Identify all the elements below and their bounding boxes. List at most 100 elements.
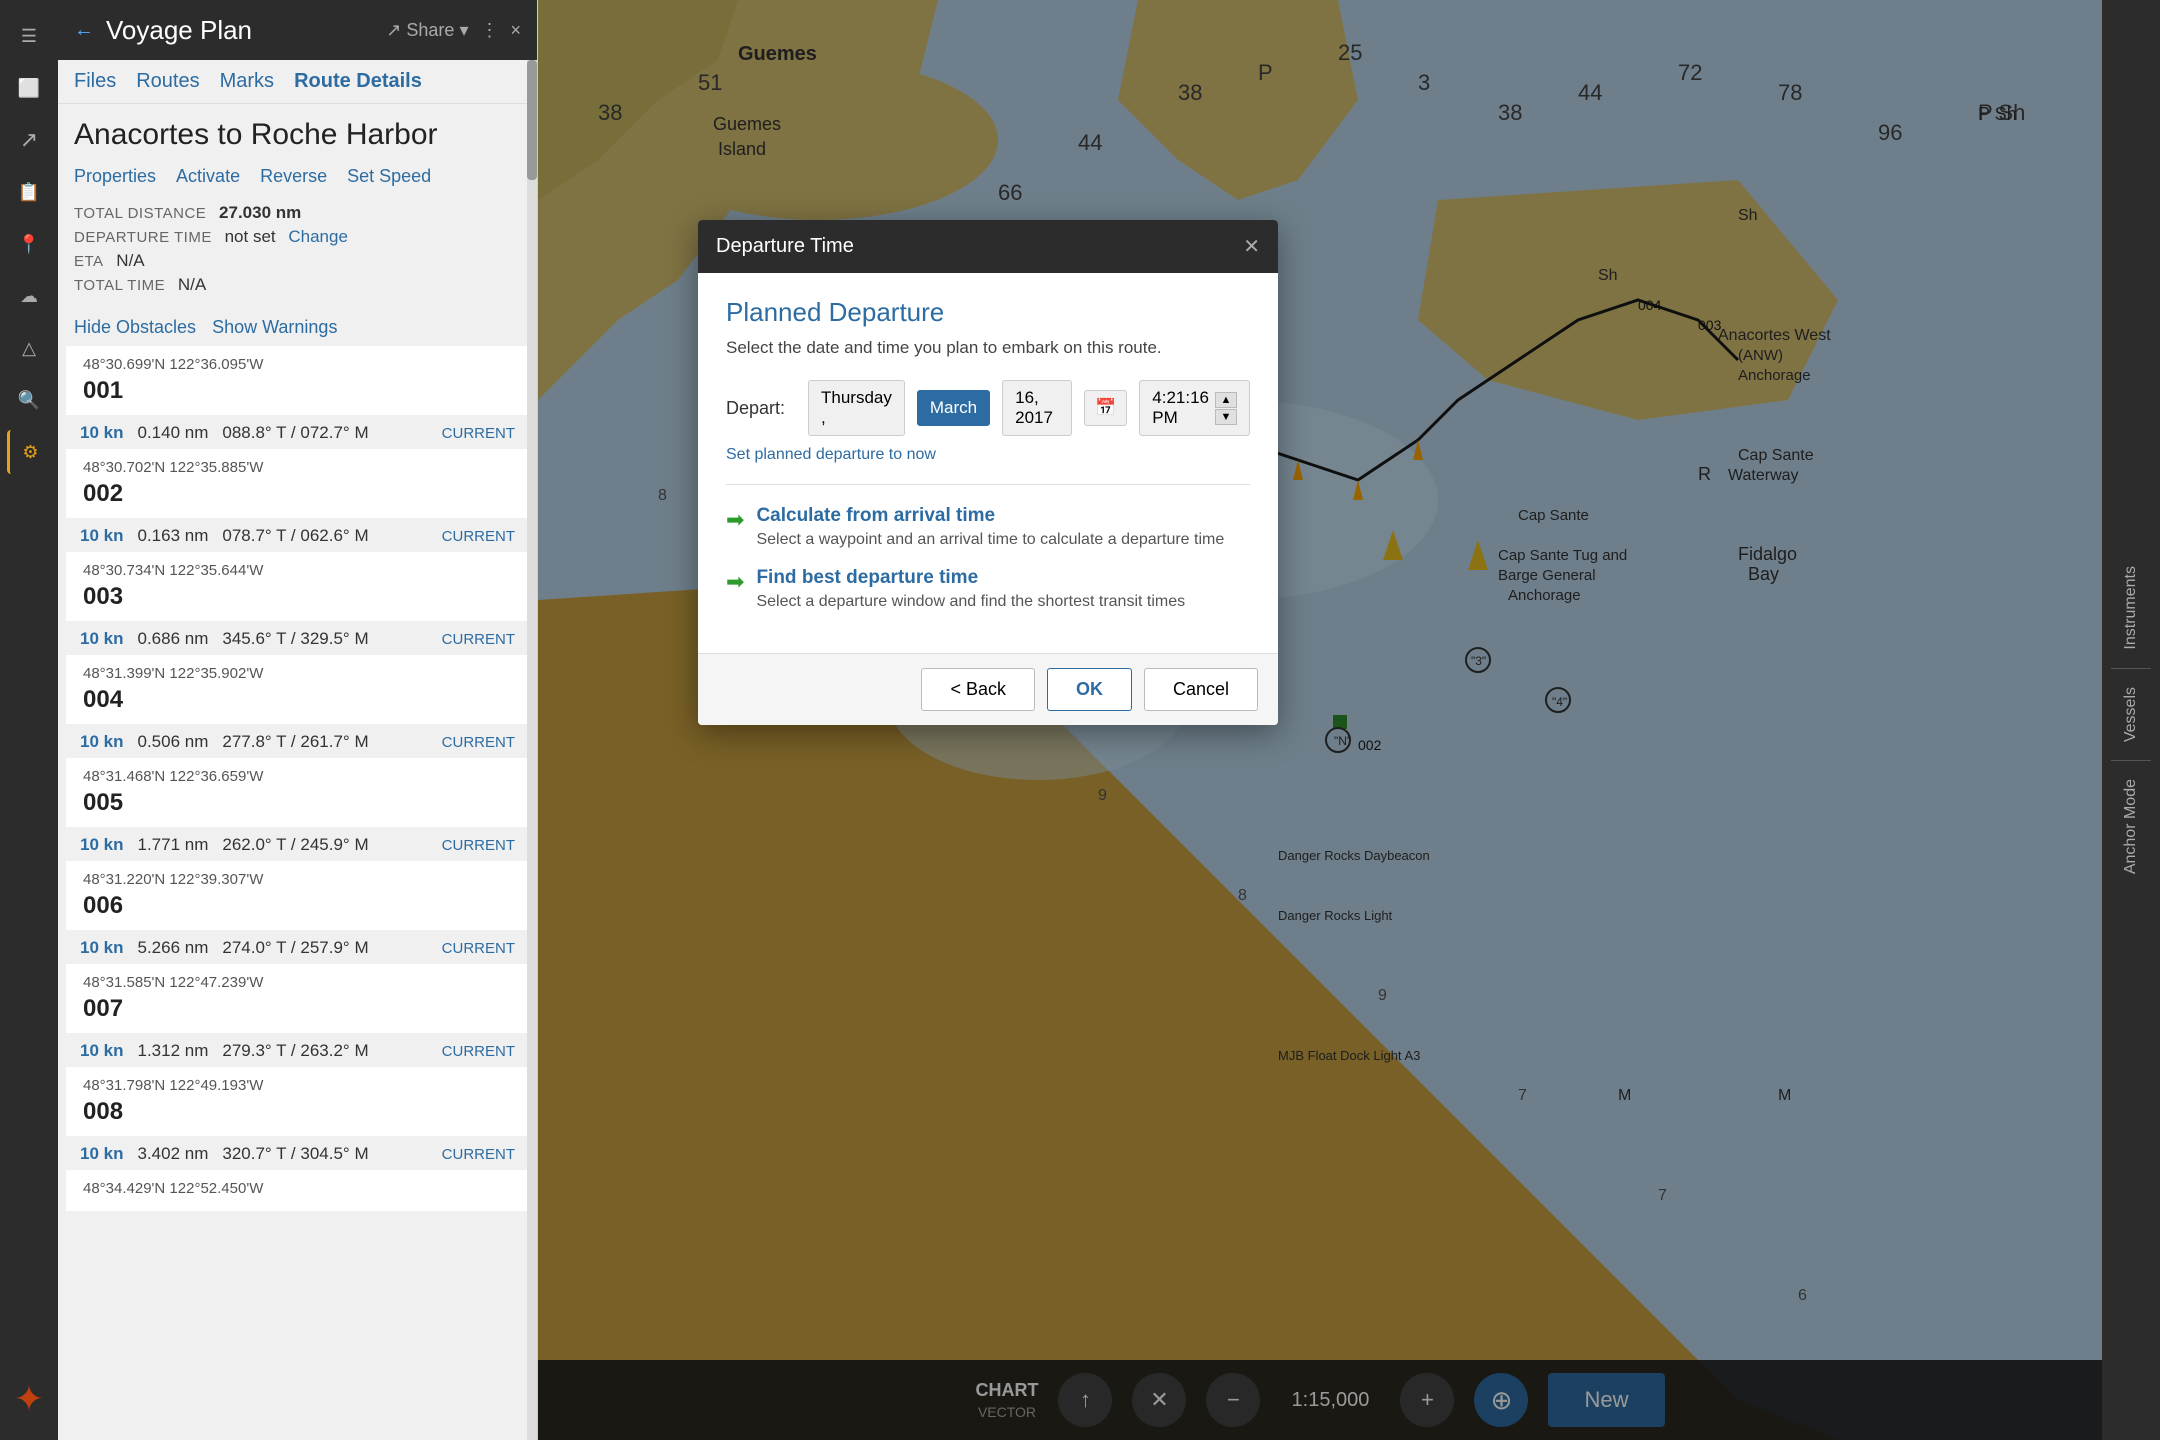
list-item[interactable]: 48°31.585'N 122°47.239'W 007 [66, 964, 529, 1033]
leg-speed: 10 kn [80, 1144, 123, 1164]
total-time-label: TOTAL TIME [74, 277, 165, 294]
dialog-divider [726, 484, 1250, 485]
current-badge[interactable]: CURRENT [442, 631, 515, 648]
marks-link[interactable]: Marks [220, 70, 274, 93]
calc-best-option[interactable]: ➡ Find best departure time Select a depa… [726, 567, 1250, 611]
dialog-footer: < Back OK Cancel [698, 653, 1278, 725]
departure-time-label: DEPARTURE TIME [74, 229, 212, 246]
instruments-label[interactable]: Instruments [2122, 556, 2140, 660]
dialog-heading: Planned Departure [726, 297, 1250, 328]
right-divider-1 [2111, 668, 2151, 669]
current-badge[interactable]: CURRENT [442, 940, 515, 957]
list-item[interactable]: 48°34.429'N 122°52.450'W [66, 1170, 529, 1211]
eta-value: N/A [116, 251, 144, 270]
month-field[interactable]: March [917, 390, 990, 426]
calc-best-content: Find best departure time Select a depart… [756, 567, 1185, 611]
cancel-button[interactable]: Cancel [1144, 668, 1258, 711]
calc-arrival-title: Calculate from arrival time [756, 505, 1224, 527]
waypoint-num: 001 [83, 377, 515, 405]
calc-arrival-arrow: ➡ [726, 507, 744, 533]
route-button[interactable]: ↗ [7, 118, 51, 162]
show-warnings-link[interactable]: Show Warnings [212, 317, 337, 338]
leg-bearing: 345.6° T / 329.5° M [222, 629, 368, 649]
calc-best-arrow: ➡ [726, 569, 744, 595]
more-button[interactable]: ⋮ [480, 20, 498, 41]
properties-link[interactable]: Properties [74, 166, 156, 187]
time-down-button[interactable]: ▼ [1215, 409, 1237, 425]
layers-button[interactable]: ⬜ [7, 66, 51, 110]
routes-link[interactable]: Routes [136, 70, 199, 93]
list-item[interactable]: 48°31.798'N 122°49.193'W 008 [66, 1067, 529, 1136]
current-badge[interactable]: CURRENT [442, 1146, 515, 1163]
menu-button[interactable]: ☰ [7, 14, 51, 58]
ok-button[interactable]: OK [1047, 668, 1132, 711]
calc-arrival-content: Calculate from arrival time Select a way… [756, 505, 1224, 549]
current-badge[interactable]: CURRENT [442, 837, 515, 854]
search-button[interactable]: 🔍 [7, 378, 51, 422]
list-item[interactable]: 48°30.699'N 122°36.095'W 001 [66, 346, 529, 415]
back-button[interactable]: ← [74, 19, 94, 42]
settings-button[interactable]: ⚙ [7, 430, 51, 474]
current-badge[interactable]: CURRENT [442, 528, 515, 545]
waypoint-coord: 48°31.220'N 122°39.307'W [83, 871, 515, 888]
waypoint-coord: 48°31.468'N 122°36.659'W [83, 768, 515, 785]
marker-button[interactable]: 📍 [7, 222, 51, 266]
weather-button[interactable]: ☁ [7, 274, 51, 318]
waypoint-coord: 48°31.399'N 122°35.902'W [83, 665, 515, 682]
right-sidebar: Instruments Vessels Anchor Mode [2102, 0, 2160, 1440]
waypoint-num: 002 [83, 480, 515, 508]
list-item[interactable]: 48°31.399'N 122°35.902'W 004 [66, 655, 529, 724]
leg-info: 10 kn 5.266 nm 274.0° T / 257.9° M CURRE… [66, 932, 529, 964]
scrollbar[interactable] [527, 60, 537, 1440]
vessels-label[interactable]: Vessels [2122, 677, 2140, 752]
nav-links: Files Routes Marks Route Details [58, 60, 537, 104]
files-link[interactable]: Files [74, 70, 116, 93]
header-actions: ↗ Share ▾ ⋮ × [386, 20, 521, 41]
reverse-link[interactable]: Reverse [260, 166, 327, 187]
departure-dialog: Departure Time ✕ Planned Departure Selec… [698, 220, 1278, 725]
scroll-thumb[interactable] [527, 60, 537, 180]
calc-arrival-option[interactable]: ➡ Calculate from arrival time Select a w… [726, 505, 1250, 549]
leg-dist: 0.506 nm [137, 732, 208, 752]
dialog-close-button[interactable]: ✕ [1243, 234, 1260, 259]
leg-info: 10 kn 0.163 nm 078.7° T / 062.6° M CURRE… [66, 520, 529, 552]
dialog-body: Planned Departure Select the date and ti… [698, 273, 1278, 653]
close-button[interactable]: × [510, 20, 521, 41]
total-distance-label: TOTAL DISTANCE [74, 205, 206, 222]
anchor-mode-label[interactable]: Anchor Mode [2122, 769, 2140, 884]
hide-obstacles-link[interactable]: Hide Obstacles [74, 317, 196, 338]
leg-speed: 10 kn [80, 526, 123, 546]
time-up-button[interactable]: ▲ [1215, 392, 1237, 408]
current-badge[interactable]: CURRENT [442, 734, 515, 751]
list-item[interactable]: 48°31.468'N 122°36.659'W 005 [66, 758, 529, 827]
day-of-week-field[interactable]: Thursday , [808, 380, 905, 436]
notes-button[interactable]: 📋 [7, 170, 51, 214]
waypoint-num: 005 [83, 789, 515, 817]
triangle-icon: △ [22, 338, 36, 359]
triangle-button[interactable]: △ [7, 326, 51, 370]
current-badge[interactable]: CURRENT [442, 1043, 515, 1060]
day-num-field[interactable]: 16, 2017 [1002, 380, 1072, 436]
route-details-link[interactable]: Route Details [294, 70, 422, 93]
list-item[interactable]: 48°31.220'N 122°39.307'W 006 [66, 861, 529, 930]
set-now-link[interactable]: Set planned departure to now [726, 446, 1250, 464]
list-item[interactable]: 48°30.702'N 122°35.885'W 002 [66, 449, 529, 518]
back-button[interactable]: < Back [921, 668, 1035, 711]
dialog-description: Select the date and time you plan to emb… [726, 338, 1250, 358]
share-button[interactable]: ↗ Share ▾ [386, 20, 468, 41]
change-link[interactable]: Change [288, 227, 348, 246]
obstacle-links: Hide Obstacles Show Warnings [58, 309, 537, 346]
current-badge[interactable]: CURRENT [442, 425, 515, 442]
leg-bearing: 088.8° T / 072.7° M [222, 423, 368, 443]
set-speed-link[interactable]: Set Speed [347, 166, 431, 187]
list-item[interactable]: 48°30.734'N 122°35.644'W 003 [66, 552, 529, 621]
info-section: TOTAL DISTANCE 27.030 nm DEPARTURE TIME … [58, 193, 537, 309]
activate-link[interactable]: Activate [176, 166, 240, 187]
time-field[interactable]: 4:21:16 PM ▲ ▼ [1139, 380, 1250, 436]
leg-speed: 10 kn [80, 629, 123, 649]
sub-nav: Properties Activate Reverse Set Speed [58, 160, 537, 193]
calendar-button[interactable]: 📅 [1084, 390, 1127, 426]
time-value: 4:21:16 PM [1152, 388, 1209, 428]
waypoint-coord: 48°30.702'N 122°35.885'W [83, 459, 515, 476]
calc-arrival-desc: Select a waypoint and an arrival time to… [756, 531, 1224, 549]
